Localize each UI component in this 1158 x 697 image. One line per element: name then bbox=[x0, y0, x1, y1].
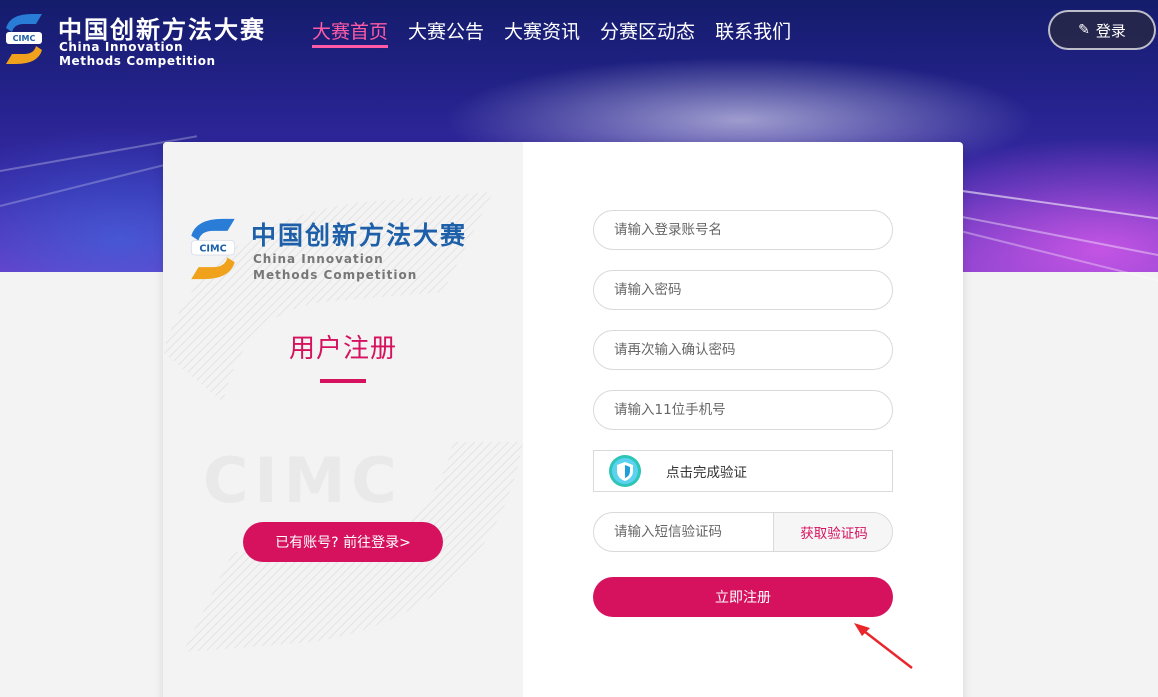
pen-icon: ✎ bbox=[1078, 22, 1090, 38]
nav-home[interactable]: 大赛首页 bbox=[312, 18, 389, 48]
registration-page: CIMC 中国创新方法大赛 China Innovation Methods C… bbox=[0, 0, 1158, 697]
logo-text: CIMC bbox=[13, 34, 36, 43]
card-brand-title-en-line1: China Innovation bbox=[253, 252, 384, 266]
nav-announcements[interactable]: 大赛公告 bbox=[408, 18, 484, 48]
sms-code-field[interactable]: 获取验证码 bbox=[593, 512, 893, 552]
goto-login-button[interactable]: 已有账号? 前往登录> bbox=[243, 522, 443, 562]
password-field[interactable] bbox=[593, 270, 893, 310]
username-input[interactable] bbox=[594, 211, 892, 249]
logo-text: CIMC bbox=[199, 243, 226, 254]
nav-contact[interactable]: 联系我们 bbox=[715, 18, 791, 48]
brand-title-en-line1: China Innovation bbox=[59, 40, 184, 54]
captcha-verify-button[interactable]: 点击完成验证 bbox=[593, 450, 893, 492]
register-title: 用户注册 bbox=[288, 334, 397, 364]
cimc-logo-icon: CIMC bbox=[190, 218, 236, 280]
login-button-label: 登录 bbox=[1095, 21, 1126, 40]
cimc-logo-icon: CIMC bbox=[6, 14, 42, 64]
confirm-password-input[interactable] bbox=[594, 331, 892, 369]
captcha-label: 点击完成验证 bbox=[666, 465, 747, 481]
nav-division-updates[interactable]: 分赛区动态 bbox=[600, 18, 695, 48]
card-brand-title-cn: 中国创新方法大赛 bbox=[251, 221, 468, 250]
title-underline bbox=[320, 379, 366, 383]
card-logo: CIMC 中国创新方法大赛 China Innovation Methods C… bbox=[185, 214, 465, 288]
get-sms-code-button[interactable]: 获取验证码 bbox=[773, 513, 892, 551]
register-card: CIMC CIMC 中国创新方法大赛 China Innovation Meth… bbox=[163, 142, 963, 697]
main-nav: 大赛首页 大赛公告 大赛资讯 分赛区动态 联系我们 bbox=[312, 18, 791, 48]
card-brand-title-en-line2: Methods Competition bbox=[253, 268, 418, 282]
annotation-arrow-icon bbox=[854, 623, 913, 669]
phone-input[interactable] bbox=[594, 391, 892, 429]
register-card-left-panel: CIMC CIMC 中国创新方法大赛 China Innovation Meth… bbox=[163, 142, 523, 697]
watermark-text: CIMC bbox=[203, 444, 403, 517]
nav-news[interactable]: 大赛资讯 bbox=[504, 18, 580, 48]
login-button[interactable]: ✎ 登录 bbox=[1048, 10, 1156, 50]
username-field[interactable] bbox=[593, 210, 893, 250]
confirm-password-field[interactable] bbox=[593, 330, 893, 370]
site-logo[interactable]: CIMC 中国创新方法大赛 China Innovation Methods C… bbox=[0, 6, 290, 68]
password-input[interactable] bbox=[594, 271, 892, 309]
phone-field[interactable] bbox=[593, 390, 893, 430]
shield-check-icon bbox=[609, 455, 641, 487]
brand-title-en-line2: Methods Competition bbox=[59, 54, 216, 68]
sms-code-input[interactable] bbox=[594, 513, 774, 551]
register-submit-button[interactable]: 立即注册 bbox=[593, 577, 893, 617]
